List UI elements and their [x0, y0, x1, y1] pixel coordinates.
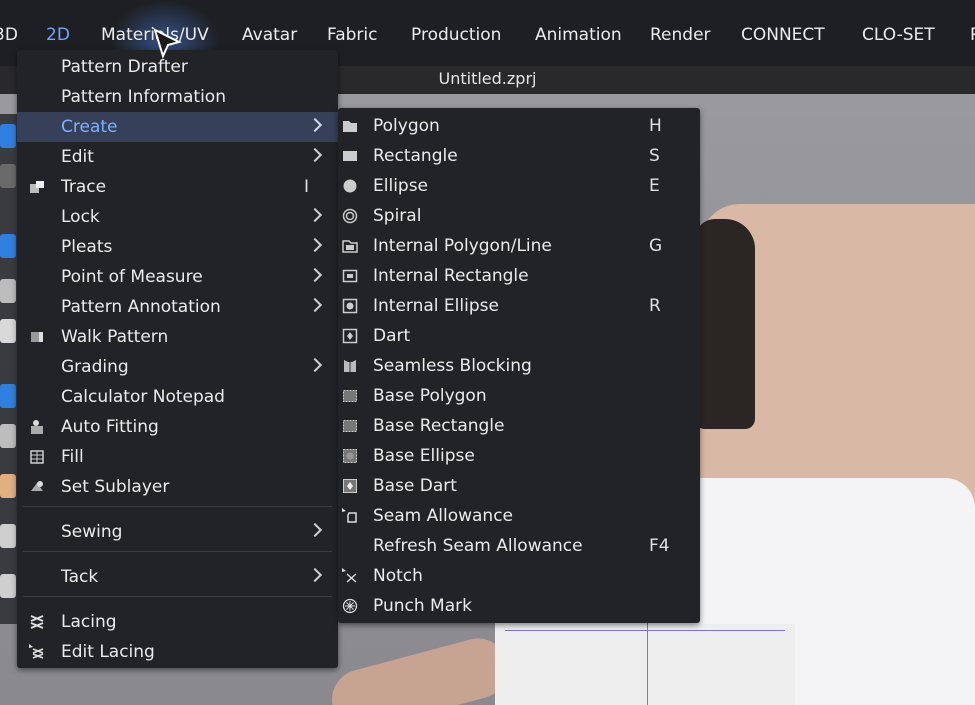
menu-item-punch-mark[interactable]: Punch Mark — [338, 591, 700, 621]
menu-animation[interactable]: Animation — [535, 25, 622, 45]
menu-item-create[interactable]: Create — [17, 112, 338, 142]
toolbar-tool-icon[interactable] — [0, 574, 16, 598]
menu-overflow[interactable]: P — [970, 25, 975, 45]
menu-item-base-polygon[interactable]: Base Polygon — [338, 381, 700, 411]
menu-item-dart[interactable]: Dart — [338, 321, 700, 351]
menu-3d[interactable]: 3D — [0, 25, 18, 45]
menu-2d-dropdown: Pattern Drafter Pattern Information Crea… — [17, 50, 338, 668]
menu-item-edit-lacing[interactable]: Edit Lacing — [17, 637, 338, 667]
menu-item-ellipse[interactable]: Ellipse E — [338, 171, 700, 201]
menu-item-base-rectangle[interactable]: Base Rectangle — [338, 411, 700, 441]
menu-item-sewing[interactable]: Sewing — [17, 517, 338, 547]
trace-icon — [29, 179, 45, 195]
toolbar-tool-icon[interactable] — [0, 164, 16, 188]
toolbar-tool-icon[interactable] — [0, 124, 16, 148]
sublayer-icon — [29, 479, 45, 495]
punch-mark-icon — [342, 598, 358, 614]
menu-render[interactable]: Render — [650, 25, 711, 45]
menu-item-internal-polygon-line[interactable]: Internal Polygon/Line G — [338, 231, 700, 261]
ellipse-icon — [342, 178, 358, 194]
menu-separator — [23, 506, 332, 507]
mouse-cursor-icon — [152, 28, 182, 64]
menu-item-seam-allowance[interactable]: Seam Allowance — [338, 501, 700, 531]
menu-item-internal-rectangle[interactable]: Internal Rectangle — [338, 261, 700, 291]
menu-2d[interactable]: 2D — [46, 25, 70, 45]
menu-item-set-sublayer[interactable]: Set Sublayer — [17, 472, 338, 502]
menu-item-lock[interactable]: Lock — [17, 202, 338, 232]
menu-item-pleats[interactable]: Pleats — [17, 232, 338, 262]
menu-item-refresh-seam-allowance[interactable]: Refresh Seam Allowance F4 — [338, 531, 700, 561]
internal-polygon-icon — [342, 238, 358, 254]
notch-icon — [342, 568, 358, 584]
fill-icon — [29, 449, 45, 465]
left-toolbar — [0, 114, 18, 624]
menu-item-grading[interactable]: Grading — [17, 352, 338, 382]
toolbar-tool-icon[interactable] — [0, 234, 16, 258]
menu-item-walk-pattern[interactable]: Walk Pattern — [17, 322, 338, 352]
menu-item-polygon[interactable]: Polygon H — [338, 111, 700, 141]
chevron-right-icon — [307, 267, 323, 283]
base-polygon-icon — [342, 388, 358, 404]
menu-production[interactable]: Production — [411, 25, 501, 45]
polygon-icon — [342, 118, 358, 134]
walk-pattern-icon — [29, 329, 45, 345]
chevron-right-icon — [307, 297, 323, 313]
menu-item-edit[interactable]: Edit — [17, 142, 338, 172]
chevron-right-icon — [307, 117, 323, 133]
menu-item-pattern-annotation[interactable]: Pattern Annotation — [17, 292, 338, 322]
toolbar-tool-icon[interactable] — [0, 524, 16, 548]
chevron-right-icon — [307, 522, 323, 538]
toolbar-tool-icon[interactable] — [0, 279, 16, 303]
toolbar-tool-icon[interactable] — [0, 319, 16, 343]
menu-item-rectangle[interactable]: Rectangle S — [338, 141, 700, 171]
menu-item-seamless-blocking[interactable]: Seamless Blocking — [338, 351, 700, 381]
base-dart-icon — [342, 478, 358, 494]
menu-separator — [23, 551, 332, 552]
menu-item-point-of-measure[interactable]: Point of Measure — [17, 262, 338, 292]
menu-item-trace[interactable]: Trace I — [17, 172, 338, 202]
garment-bodice — [495, 624, 795, 705]
menu-item-internal-ellipse[interactable]: Internal Ellipse R — [338, 291, 700, 321]
spiral-icon — [342, 208, 358, 224]
chevron-right-icon — [307, 207, 323, 223]
menu-avatar[interactable]: Avatar — [242, 25, 297, 45]
dart-icon — [342, 328, 358, 344]
base-ellipse-icon — [342, 448, 358, 464]
rectangle-icon — [342, 148, 358, 164]
base-rectangle-icon — [342, 418, 358, 434]
avatar-arm — [325, 631, 515, 705]
menu-connect[interactable]: CONNECT — [741, 25, 825, 45]
menu-item-auto-fitting[interactable]: Auto Fitting — [17, 412, 338, 442]
menu-item-tack[interactable]: Tack — [17, 562, 338, 592]
menu-item-notch[interactable]: Notch — [338, 561, 700, 591]
internal-ellipse-icon — [342, 298, 358, 314]
center-front-line — [647, 621, 648, 705]
toolbar-tool-icon[interactable] — [0, 474, 16, 498]
bust-line — [505, 630, 785, 631]
chevron-right-icon — [307, 147, 323, 163]
menu-create-submenu: Polygon H Rectangle S Ellipse E Spiral Inte… — [338, 108, 700, 623]
menu-item-base-ellipse[interactable]: Base Ellipse — [338, 441, 700, 471]
avatar-hair — [695, 219, 755, 429]
toolbar-tool-icon[interactable] — [0, 384, 16, 408]
lacing-icon — [29, 614, 45, 630]
menu-fabric[interactable]: Fabric — [327, 25, 378, 45]
seam-allowance-icon — [342, 508, 358, 524]
menu-item-calculator-notepad[interactable]: Calculator Notepad — [17, 382, 338, 412]
chevron-right-icon — [307, 237, 323, 253]
menu-clo-set[interactable]: CLO-SET — [862, 25, 935, 45]
auto-fitting-icon — [29, 419, 45, 435]
menu-item-base-dart[interactable]: Base Dart — [338, 471, 700, 501]
menu-separator — [23, 596, 332, 597]
chevron-right-icon — [307, 357, 323, 373]
menu-item-lacing[interactable]: Lacing — [17, 607, 338, 637]
internal-rectangle-icon — [342, 268, 358, 284]
edit-lacing-icon — [29, 644, 45, 660]
seamless-blocking-icon — [342, 358, 358, 374]
chevron-right-icon — [307, 567, 323, 583]
menu-item-fill[interactable]: Fill — [17, 442, 338, 472]
menu-item-spiral[interactable]: Spiral — [338, 201, 700, 231]
toolbar-tool-icon[interactable] — [0, 424, 16, 448]
menu-item-pattern-information[interactable]: Pattern Information — [17, 82, 338, 112]
